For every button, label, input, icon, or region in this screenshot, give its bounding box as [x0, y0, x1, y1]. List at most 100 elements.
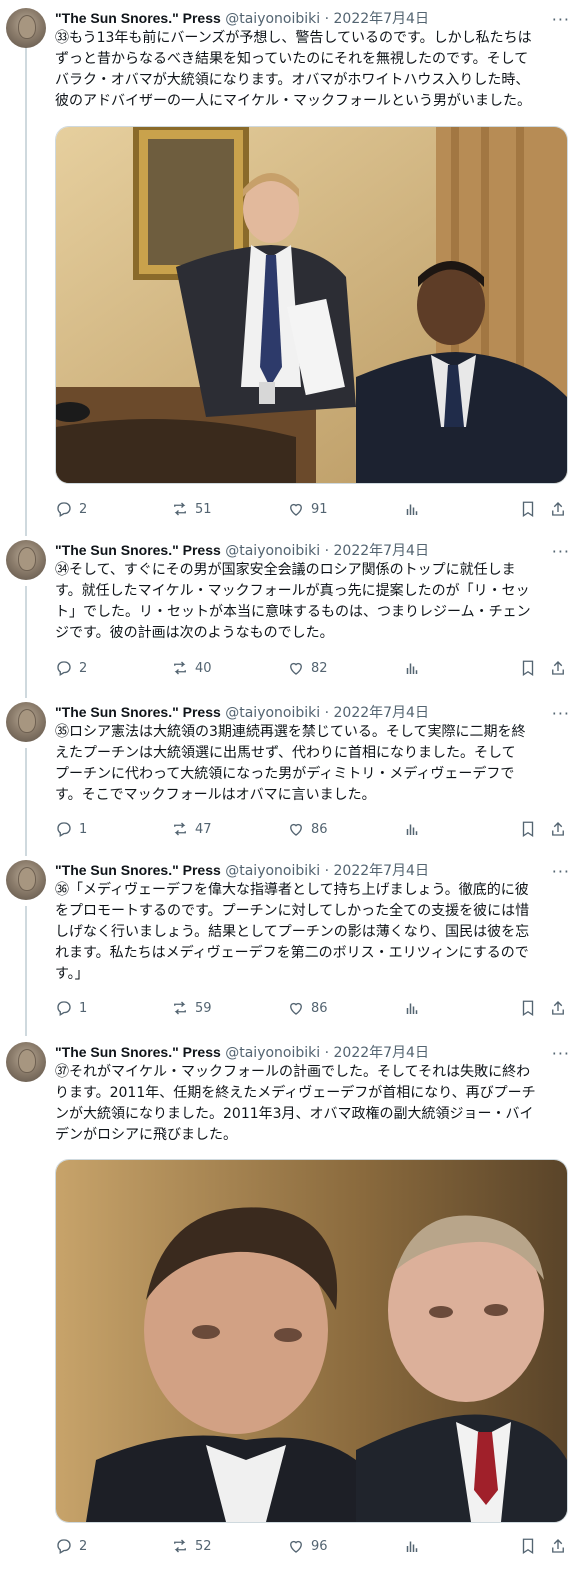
tweet-actions: 1 47 86: [55, 819, 570, 839]
avatar[interactable]: [6, 540, 46, 580]
tweet-actions: 1 59 86: [55, 998, 570, 1018]
user-handle[interactable]: @taiyonoibiki: [225, 1045, 320, 1061]
tweet-date[interactable]: 2022年7月4日: [334, 705, 429, 721]
views-icon: [406, 1003, 418, 1014]
retweet-icon: [174, 502, 186, 516]
tweet-text-line: ト」でした。リ・セットが本当に意味するものは、つまりレジーム・チェン: [55, 604, 531, 620]
user-handle[interactable]: @taiyonoibiki: [225, 705, 320, 721]
tweet[interactable]: "The Sun Snores." Press @taiyonoibiki · …: [0, 1042, 584, 1582]
reply-button[interactable]: 1: [55, 998, 87, 1018]
like-count: 86: [311, 821, 328, 837]
views-button[interactable]: [403, 1536, 421, 1556]
bookmark-icon: [522, 501, 534, 518]
heart-icon: [290, 662, 302, 675]
avatar[interactable]: [6, 1042, 46, 1082]
separator-dot: ·: [324, 705, 330, 721]
tweet-photo[interactable]: [55, 126, 568, 484]
tweet-text-line: れます。私たちはメディヴェーデフを第二のボリス・エリツィンにするので: [55, 945, 529, 961]
tweet-text-line: ㉝もう13年も前にバーンズが予想し、警告しているのです。しかし私たちは: [55, 30, 532, 46]
more-options-icon[interactable]: ···: [552, 862, 570, 881]
retweet-count: 52: [195, 1538, 212, 1554]
retweet-button[interactable]: 47: [171, 819, 212, 839]
tweet-header: "The Sun Snores." Press @taiyonoibiki · …: [55, 8, 429, 28]
tweet-date[interactable]: 2022年7月4日: [334, 863, 429, 879]
like-button[interactable]: 91: [287, 499, 328, 519]
like-button[interactable]: 86: [287, 998, 328, 1018]
share-button[interactable]: [549, 499, 567, 519]
display-name[interactable]: "The Sun Snores." Press: [55, 542, 221, 558]
tweet[interactable]: "The Sun Snores." Press @taiyonoibiki · …: [0, 860, 584, 1030]
reply-button[interactable]: 1: [55, 819, 87, 839]
tweet-text-line: えたプーチンは大統領選に出馬せず、代わりに首相になりました。そして: [55, 745, 516, 761]
bookmark-icon: [522, 660, 534, 677]
tweet-header: "The Sun Snores." Press @taiyonoibiki · …: [55, 1042, 429, 1062]
tweet-actions: 2 40 82: [55, 658, 570, 678]
retweet-button[interactable]: 51: [171, 499, 212, 519]
tweet[interactable]: "The Sun Snores." Press @taiyonoibiki · …: [0, 8, 584, 528]
tweet-text-line: ㉞そして、すぐにその男が国家安全会議のロシア関係のトップに就任しま: [55, 562, 516, 578]
retweet-count: 51: [195, 501, 212, 517]
more-options-icon[interactable]: ···: [552, 542, 570, 561]
views-icon: [406, 663, 418, 674]
like-button[interactable]: 86: [287, 819, 328, 839]
display-name[interactable]: "The Sun Snores." Press: [55, 704, 221, 720]
views-icon: [406, 1541, 418, 1552]
bookmark-button[interactable]: [519, 998, 537, 1018]
tweet-text-line: 彼のアドバイザーの一人にマイケル・マックフォールという男がいました。: [55, 93, 531, 109]
retweet-button[interactable]: 52: [171, 1536, 212, 1556]
views-button[interactable]: [403, 658, 421, 678]
share-button[interactable]: [549, 998, 567, 1018]
tweet-text-line: す。」: [55, 966, 89, 982]
reply-icon: [57, 822, 71, 837]
reply-button[interactable]: 2: [55, 658, 87, 678]
bookmark-button[interactable]: [519, 819, 537, 839]
share-button[interactable]: [549, 658, 567, 678]
tweet-date[interactable]: 2022年7月4日: [334, 543, 429, 559]
share-button[interactable]: [549, 1536, 567, 1556]
avatar[interactable]: [6, 860, 46, 900]
bookmark-button[interactable]: [519, 658, 537, 678]
tweet[interactable]: "The Sun Snores." Press @taiyonoibiki · …: [0, 540, 584, 690]
tweet-date[interactable]: 2022年7月4日: [334, 1045, 429, 1061]
tweet-text: ㊱「メディヴェーデフを偉大な指導者として持ち上げましょう。徹底的に彼 をプロモー…: [55, 880, 575, 985]
tweet-date[interactable]: 2022年7月4日: [334, 11, 429, 27]
reply-button[interactable]: 2: [55, 499, 87, 519]
views-button[interactable]: [403, 499, 421, 519]
bookmark-button[interactable]: [519, 499, 537, 519]
separator-dot: ·: [324, 11, 330, 27]
user-handle[interactable]: @taiyonoibiki: [225, 543, 320, 559]
like-button[interactable]: 96: [287, 1536, 328, 1556]
share-icon: [552, 1001, 564, 1015]
tweet[interactable]: "The Sun Snores." Press @taiyonoibiki · …: [0, 702, 584, 852]
more-options-icon[interactable]: ···: [552, 1044, 570, 1063]
views-button[interactable]: [403, 998, 421, 1018]
tweet-actions: 2 52 96: [55, 1536, 570, 1556]
display-name[interactable]: "The Sun Snores." Press: [55, 1044, 221, 1060]
heart-icon: [290, 823, 302, 836]
bookmark-button[interactable]: [519, 1536, 537, 1556]
avatar[interactable]: [6, 8, 46, 48]
display-name[interactable]: "The Sun Snores." Press: [55, 862, 221, 878]
tweet-text-line: ㊱「メディヴェーデフを偉大な指導者として持ち上げましょう。徹底的に彼: [55, 882, 529, 898]
retweet-icon: [174, 1001, 186, 1015]
retweet-button[interactable]: 59: [171, 998, 212, 1018]
avatar[interactable]: [6, 702, 46, 742]
heart-icon: [290, 1540, 302, 1553]
user-handle[interactable]: @taiyonoibiki: [225, 863, 320, 879]
tweet-photo[interactable]: [55, 1159, 568, 1523]
more-options-icon[interactable]: ···: [552, 704, 570, 723]
share-icon: [552, 1539, 564, 1553]
reply-count: 1: [79, 1000, 88, 1016]
retweet-button[interactable]: 40: [171, 658, 212, 678]
views-button[interactable]: [403, 819, 421, 839]
tweet-text-line: バラク・オバマが大統領になります。オバマがホワイトハウス入りした時、: [55, 72, 530, 88]
display-name[interactable]: "The Sun Snores." Press: [55, 10, 221, 26]
more-options-icon[interactable]: ···: [552, 10, 570, 29]
reply-count: 1: [79, 821, 88, 837]
reply-count: 2: [79, 501, 88, 517]
reply-button[interactable]: 2: [55, 1536, 87, 1556]
tweet-text-line: ンが大統領になりました。2011年3月、オバマ政権の副大統領ジョー・バイ: [55, 1106, 534, 1122]
like-button[interactable]: 82: [287, 658, 328, 678]
user-handle[interactable]: @taiyonoibiki: [225, 11, 320, 27]
share-button[interactable]: [549, 819, 567, 839]
